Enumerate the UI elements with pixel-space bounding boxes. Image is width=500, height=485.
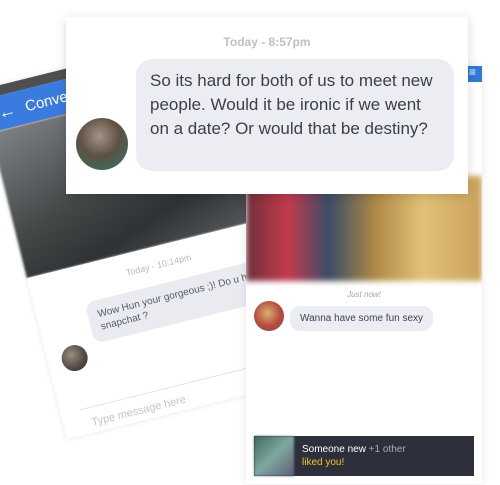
zoomed-message-card: Today - 8:57pm So its hard for both of u… bbox=[66, 17, 468, 194]
notification-name: Someone new bbox=[302, 444, 366, 455]
avatar[interactable] bbox=[254, 301, 284, 331]
like-notification[interactable]: Someone new +1 other liked you! bbox=[254, 436, 474, 476]
message-timestamp: Just now! bbox=[347, 290, 381, 299]
message-bubble: So its hard for both of us to meet new p… bbox=[136, 59, 454, 171]
notification-text: Someone new +1 other liked you! bbox=[302, 443, 406, 469]
back-arrow-icon[interactable]: ← bbox=[0, 99, 18, 124]
avatar[interactable] bbox=[76, 118, 128, 170]
notification-thumbnail bbox=[254, 436, 294, 476]
menu-icon[interactable]: ≡ bbox=[469, 66, 476, 79]
notification-action: liked you! bbox=[302, 457, 345, 468]
avatar[interactable] bbox=[58, 342, 91, 374]
notification-other-count: +1 other bbox=[368, 444, 406, 455]
message-bubble: Wanna have some fun sexy bbox=[290, 306, 434, 331]
message-input[interactable]: Type message here bbox=[90, 394, 187, 429]
message-timestamp: Today - 8:57pm bbox=[223, 35, 311, 49]
